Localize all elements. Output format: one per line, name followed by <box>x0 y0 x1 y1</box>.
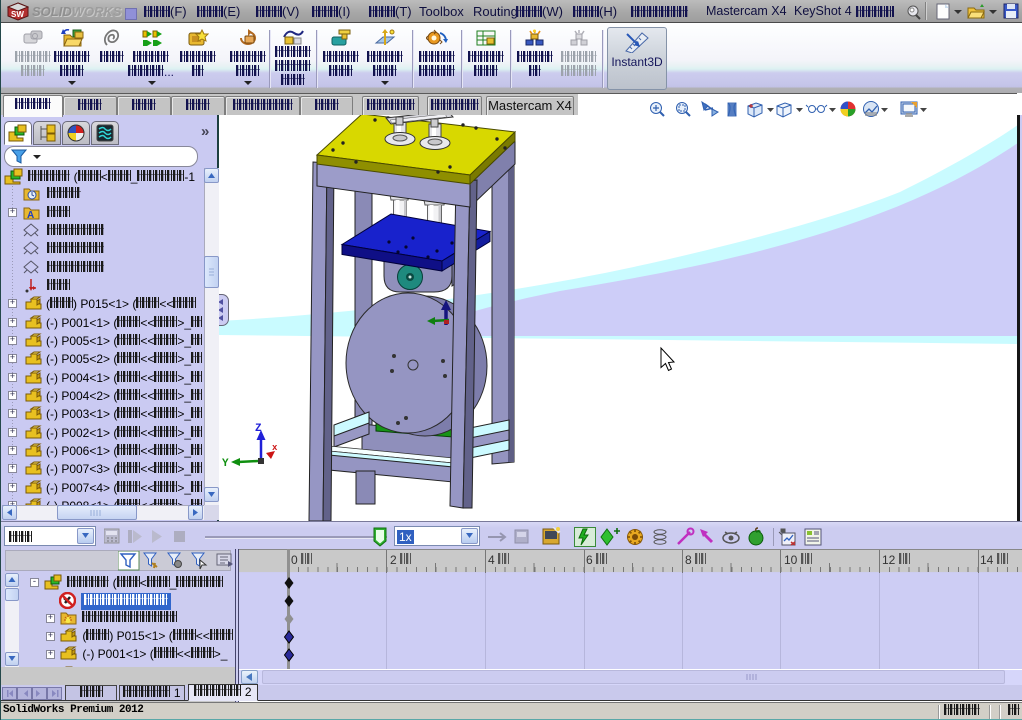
svg-text:A: A <box>27 210 34 220</box>
svg-text:Z: Z <box>255 423 262 435</box>
svg-text:Y: Y <box>222 458 229 470</box>
svg-text:x: x <box>272 443 278 453</box>
svg-text:SW: SW <box>11 10 24 19</box>
